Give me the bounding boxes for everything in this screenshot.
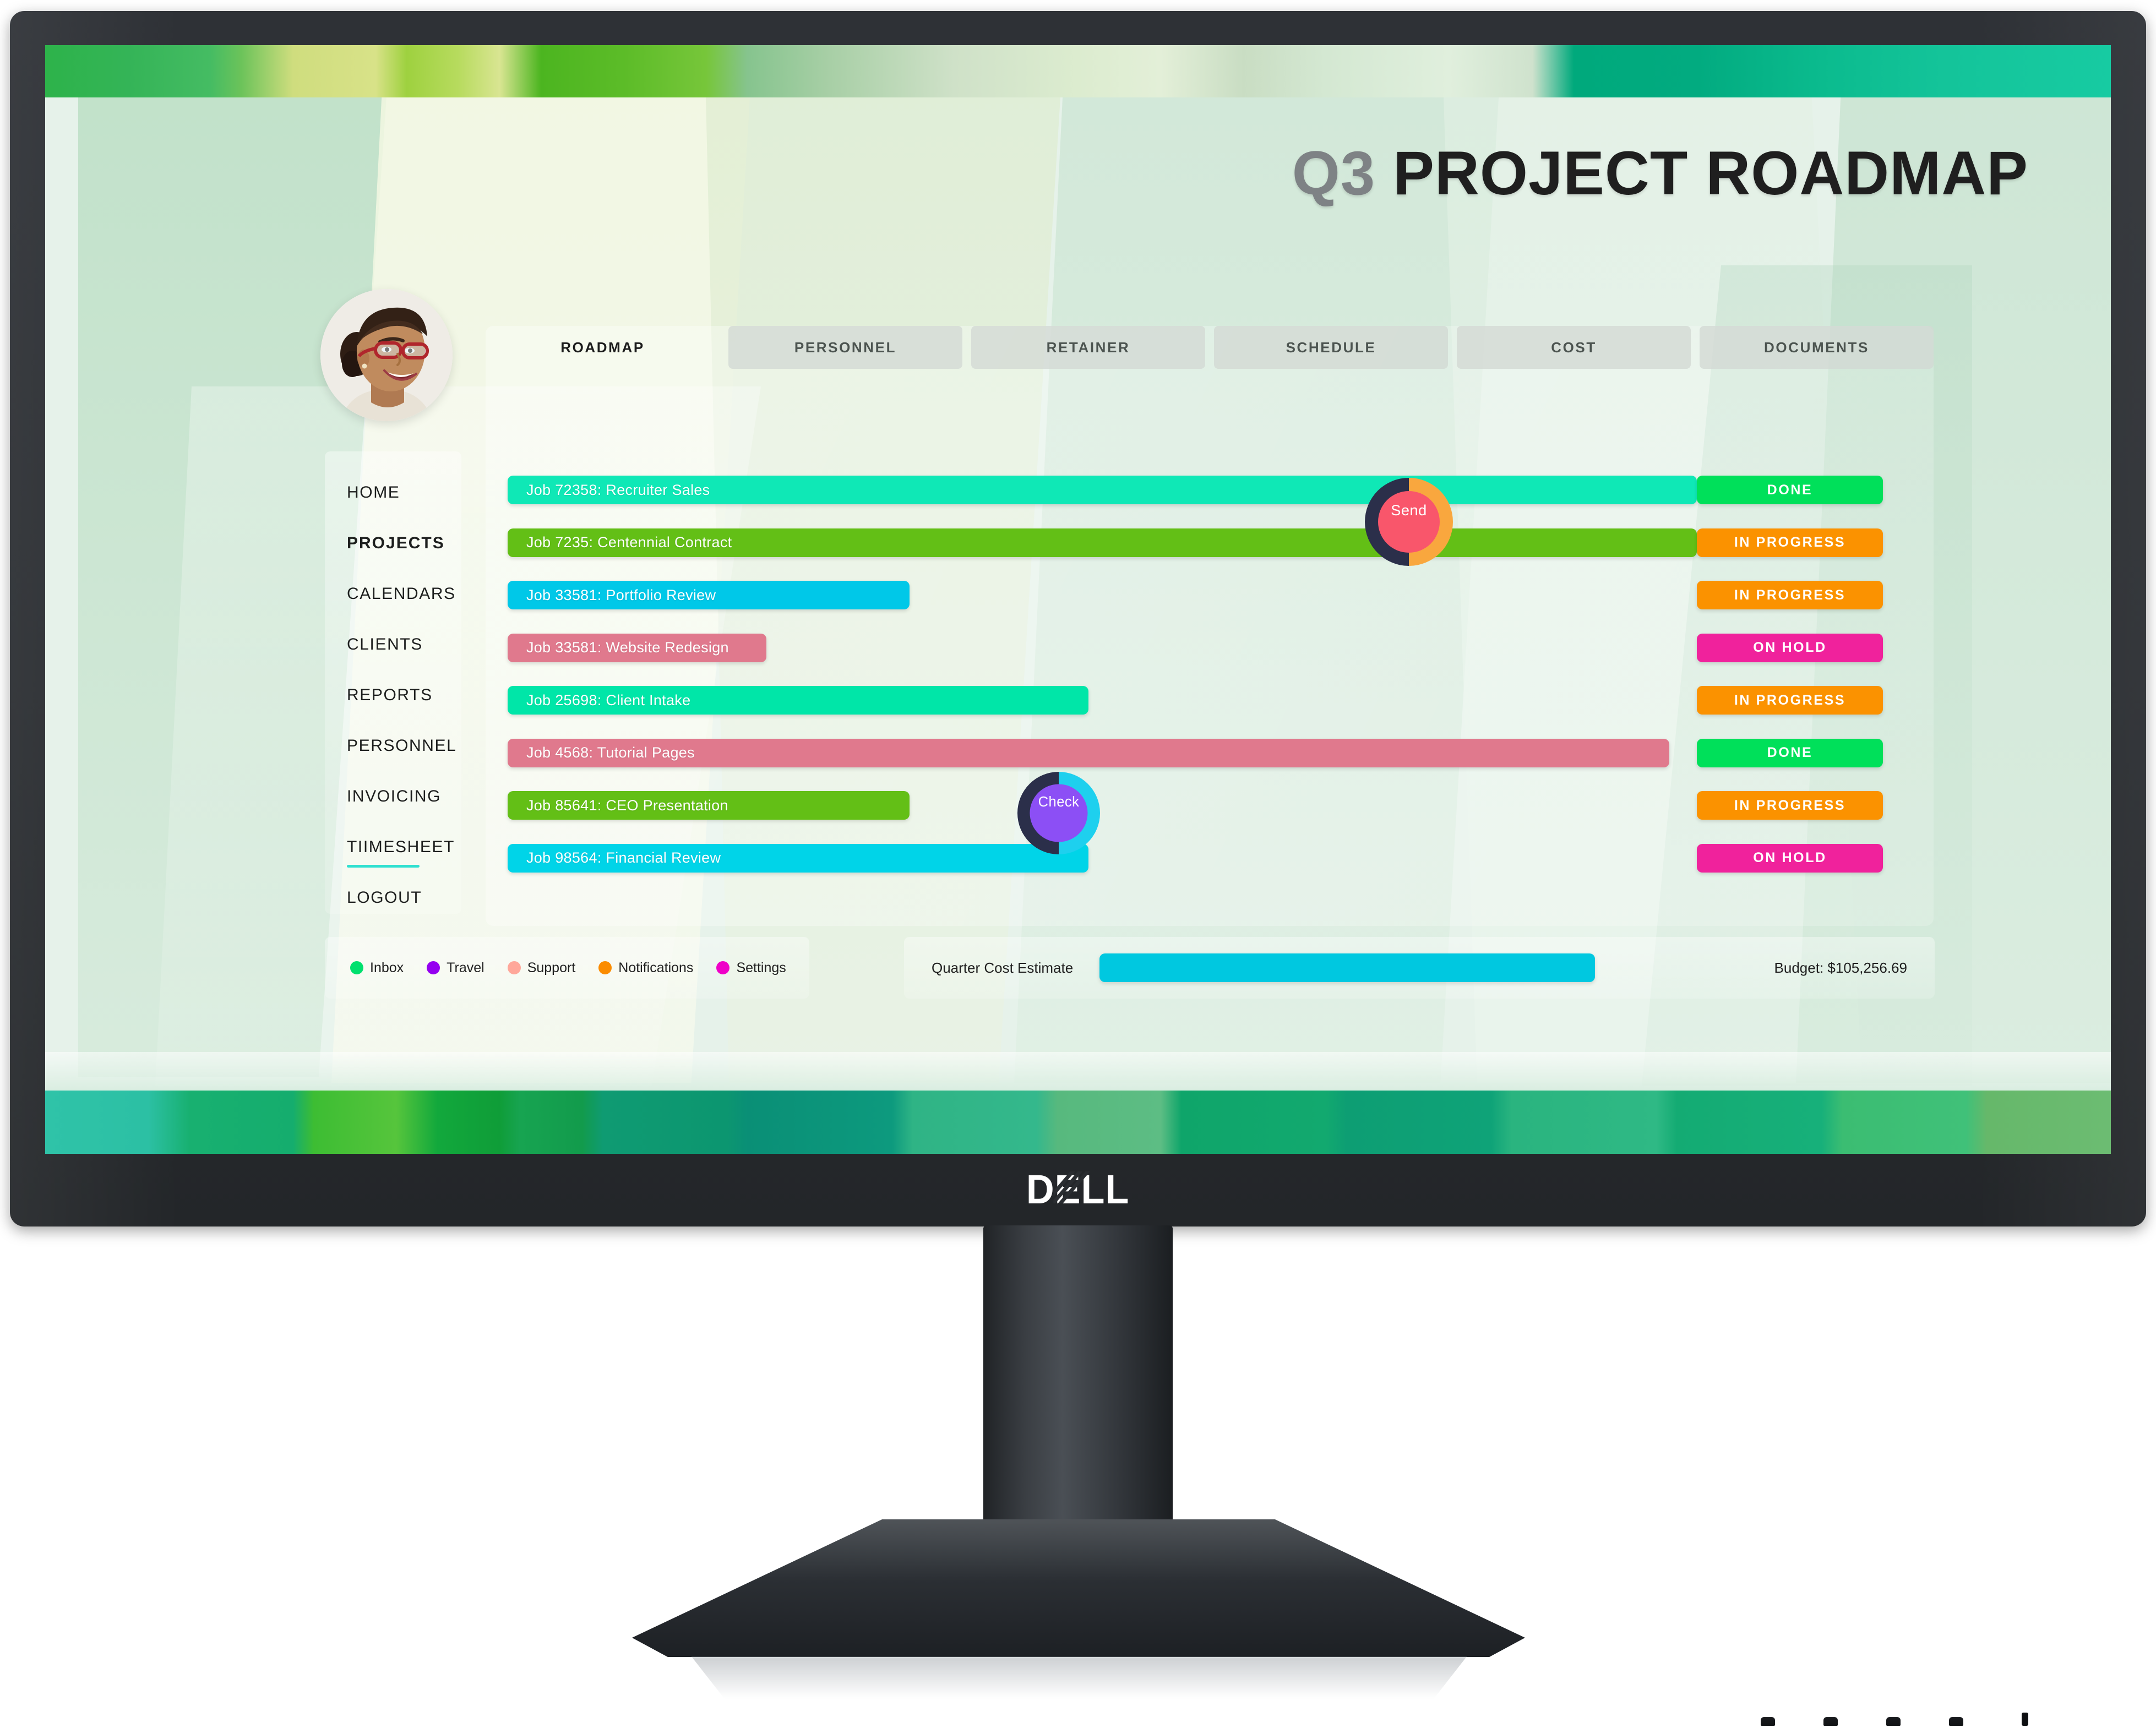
status-badge[interactable]: ON HOLD [1697,633,1883,662]
budget-label: Budget: $105,256.69 [1774,959,1907,976]
status-badge-label: DONE [1767,745,1813,760]
monitor-screen: Q3 PROJECT ROADMAP ROADMAP PERSONNEL RET… [45,45,2111,1154]
task-label: Job 7235: Centennial Contract [526,534,732,550]
task-bar[interactable]: Job 25698: Client Intake [508,686,1088,715]
monitor-down-button[interactable] [1886,1717,1901,1726]
legend-label: Travel [447,960,484,975]
legend-item-travel[interactable]: Travel [427,960,484,976]
legend-item-inbox[interactable]: Inbox [350,960,404,976]
legend-label: Notifications [618,960,694,975]
gantt-row: Job 4568: Tutorial Pages DONE [45,738,1883,767]
legend-dot-icon [350,961,363,974]
status-badge[interactable]: IN PROGRESS [1697,528,1883,557]
cost-panel: Quarter Cost Estimate Budget: $105,256.6… [904,937,1935,999]
gantt-row: Job 33581: Website Redesign ON HOLD [45,633,1883,662]
gantt-row: Job 85641: CEO Presentation IN PROGRESS [45,791,1883,820]
dell-logo: DELL [1026,1166,1129,1213]
task-bar[interactable]: Job 33581: Portfolio Review [508,581,910,609]
task-label: Job 4568: Tutorial Pages [526,744,695,761]
status-badge[interactable]: ON HOLD [1697,843,1883,873]
task-label: Job 33581: Portfolio Review [526,586,716,603]
task-bar[interactable]: Job 98564: Financial Review [508,843,1088,873]
legend-dot-icon [507,961,521,974]
legend-label: Support [527,960,576,975]
cost-estimate-label: Quarter Cost Estimate [932,959,1074,976]
status-badge-label: IN PROGRESS [1734,797,1846,813]
map-pin-label: Check [1038,794,1080,810]
status-badge[interactable]: DONE [1697,476,1883,504]
legend-item-settings[interactable]: Settings [716,960,786,976]
task-bar[interactable]: Job 33581: Website Redesign [508,633,766,662]
task-bar[interactable]: Job 72358: Recruiter Sales [508,476,1697,504]
monitor-power-button[interactable] [2022,1713,2028,1726]
legend-dot-icon [427,961,440,974]
legend-label: Settings [736,960,786,975]
task-label: Job 72358: Recruiter Sales [526,481,710,498]
gantt-row: Job 98564: Financial Review ON HOLD [45,843,1883,873]
dell-logo-text: DELL [1026,1166,1130,1212]
monitor-up-button[interactable] [1823,1717,1838,1726]
legend-item-notifications[interactable]: Notifications [598,960,693,976]
status-badge[interactable]: DONE [1697,738,1883,767]
status-badge[interactable]: IN PROGRESS [1697,686,1883,715]
status-badge-label: IN PROGRESS [1734,535,1846,550]
task-bar[interactable]: Job 7235: Centennial Contract [508,528,1697,557]
monitor-stand-base [632,1519,1525,1657]
map-pin-send[interactable]: Send [1365,478,1453,586]
dell-logo-bar: DELL [45,1162,2111,1217]
status-badge-label: ON HOLD [1753,640,1827,655]
status-badge-label: ON HOLD [1753,850,1827,865]
task-label: Job 85641: CEO Presentation [526,797,728,814]
legend-dot-icon [716,961,730,974]
legend-label: Inbox [370,960,404,975]
legend-panel: Inbox Travel Support Notifications Settings [325,937,809,999]
task-label: Job 98564: Financial Review [526,849,721,866]
task-bar[interactable]: Job 85641: CEO Presentation [508,791,910,820]
status-badge[interactable]: IN PROGRESS [1697,791,1883,820]
map-pin-icon [1017,772,1100,873]
monitor-input-button[interactable] [1949,1717,1963,1726]
legend-item-support[interactable]: Support [507,960,576,976]
task-label: Job 25698: Client Intake [526,691,691,708]
map-pin-label: Send [1391,501,1427,519]
legend-dot-icon [598,961,612,974]
task-bar[interactable]: Job 4568: Tutorial Pages [508,738,1669,767]
status-badge-label: IN PROGRESS [1734,587,1846,603]
gantt-row: Job 25698: Client Intake IN PROGRESS [45,686,1883,715]
monitor-assembly: Q3 PROJECT ROADMAP ROADMAP PERSONNEL RET… [0,0,2156,1728]
map-pin-check[interactable]: Check [1017,772,1100,873]
status-badge[interactable]: IN PROGRESS [1697,581,1883,609]
map-pin-icon [1365,478,1453,586]
status-badge-label: DONE [1767,482,1813,498]
cost-estimate-bar[interactable] [1099,953,1596,982]
monitor-menu-button[interactable] [1761,1717,1775,1726]
monitor-base-reflection [691,1656,1467,1709]
status-badge-label: IN PROGRESS [1734,692,1846,708]
task-label: Job 33581: Website Redesign [526,639,729,656]
